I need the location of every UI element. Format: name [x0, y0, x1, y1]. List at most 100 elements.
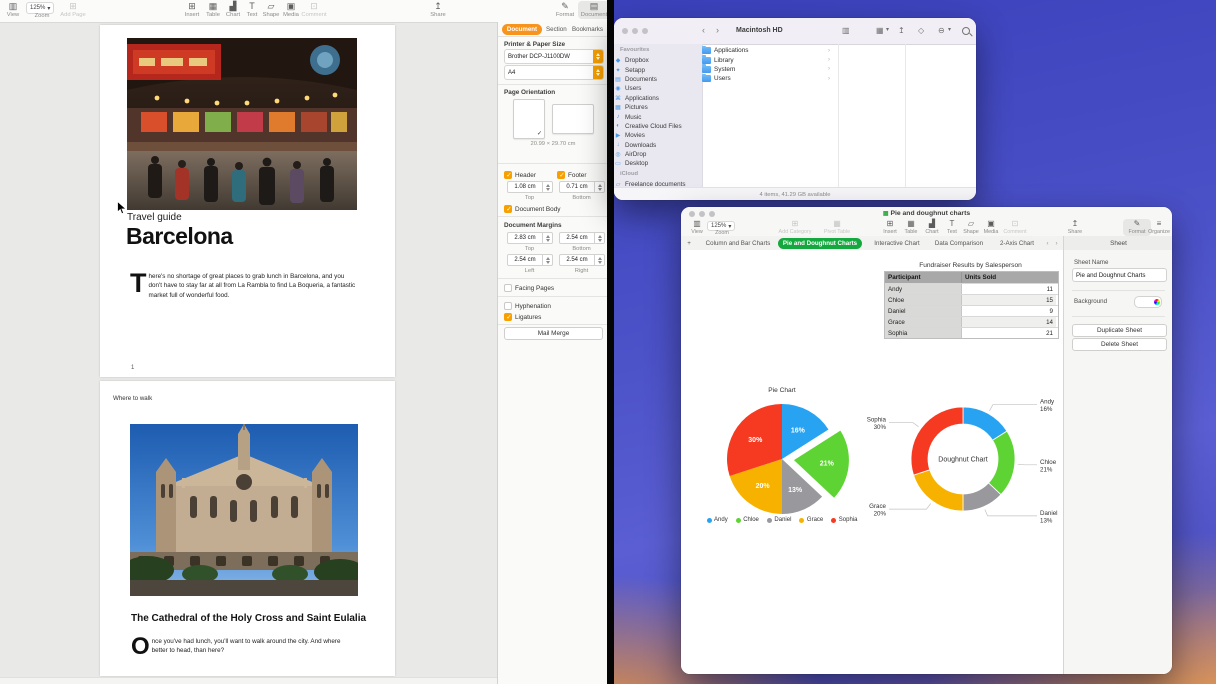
column-view-icon[interactable]: ▥	[842, 26, 850, 35]
paper-size-dropdown[interactable]: A4	[504, 65, 604, 80]
pie-chart[interactable]: 16%21%13%20%30%	[700, 393, 864, 519]
comment-button[interactable]: ⊡ Comment	[1002, 220, 1028, 235]
tag-icon[interactable]: ◇	[918, 26, 924, 35]
doc-paragraph-1[interactable]: There's no shortage of great places to g…	[130, 272, 356, 300]
folder-row[interactable]: Users ›	[702, 74, 830, 83]
finder-column-2[interactable]	[838, 44, 906, 187]
split-view-divider[interactable]	[607, 0, 614, 684]
insert-button[interactable]: ⊞ Insert	[182, 2, 202, 18]
sidebar-item[interactable]: ◉ Users	[614, 84, 702, 93]
doc-paragraph-2[interactable]: Once you've had lunch, you'll want to wa…	[131, 637, 356, 657]
sheet-name-field[interactable]: Pie and Doughnut Charts	[1072, 268, 1167, 282]
media-button[interactable]: ▣ Media	[281, 2, 301, 18]
organize-panel-button[interactable]: ≡ Organize	[1147, 220, 1171, 235]
delete-sheet-button[interactable]: Delete Sheet	[1072, 338, 1167, 351]
margin-top-field[interactable]: 2.83 cm	[507, 232, 553, 244]
close-window-button[interactable]	[622, 28, 628, 34]
margin-bottom-field[interactable]: 2.54 cm	[559, 232, 605, 244]
sheet-tab-2[interactable]: Interactive Chart	[866, 236, 928, 250]
table-button[interactable]: ▦ Table	[902, 220, 920, 235]
group-view-icon[interactable]: ▦	[876, 26, 884, 35]
sidebar-item[interactable]: ◎ AirDrop	[614, 150, 702, 159]
facing-pages-checkbox[interactable]	[504, 284, 512, 292]
sheet-tab-4[interactable]: 2-Axis Chart	[990, 236, 1044, 250]
share-icon[interactable]: ↥	[898, 26, 905, 35]
fundraiser-table[interactable]: Participant Units Sold Andy 11 Chloe	[884, 271, 1059, 339]
table-row[interactable]: Grace 14	[885, 316, 1058, 327]
margin-left-field[interactable]: 2.54 cm	[507, 254, 553, 266]
header-checkbox[interactable]	[504, 171, 512, 179]
doc-kicker[interactable]: Travel guide	[127, 212, 182, 223]
ligatures-checkbox[interactable]	[504, 313, 512, 321]
more-actions-icon[interactable]: ⊖	[938, 26, 945, 35]
duplicate-sheet-button[interactable]: Duplicate Sheet	[1072, 324, 1167, 337]
sidebar-item[interactable]: ◐ Creative Cloud Files	[614, 122, 702, 131]
mail-merge-button[interactable]: Mail Merge	[504, 327, 603, 340]
header-top-field[interactable]: 1.08 cm	[507, 181, 553, 193]
add-page-button[interactable]: ⊞ Add Page	[58, 2, 88, 18]
doc-title[interactable]: Barcelona	[126, 223, 233, 250]
media-button[interactable]: ▣ Media	[982, 220, 1000, 235]
table-row[interactable]: Andy 11	[885, 283, 1058, 294]
doughnut-chart[interactable]: Andy16%Chloe21%Daniel13%Grace20%Sophia30…	[855, 391, 1071, 531]
footer-checkbox[interactable]	[557, 171, 565, 179]
sidebar-item[interactable]: ✦ Setapp	[614, 65, 702, 74]
cathedral-photo[interactable]	[130, 424, 358, 596]
pivot-table-button[interactable]: ▦ Pivot Table	[819, 220, 855, 235]
table-row[interactable]: Chloe 15	[885, 294, 1058, 305]
section-heading[interactable]: Where to walk	[113, 395, 152, 402]
sidebar-item[interactable]: ▤ Documents	[614, 75, 702, 84]
forward-button[interactable]: ›	[716, 26, 719, 35]
tab-document[interactable]: Document	[502, 24, 542, 35]
shape-button[interactable]: ▱ Shape	[261, 2, 281, 18]
sidebar-item[interactable]: ◆ Dropbox	[614, 56, 702, 65]
document-panel-button[interactable]: ▤ Document	[578, 1, 610, 19]
landscape-orientation-option[interactable]	[552, 104, 594, 134]
sheet-tab-3[interactable]: Data Comparison	[928, 236, 990, 250]
finder-window[interactable]: ‹ › Macintosh HD ▥ ▦ ▾ ↥ ◇ ⊖ ▾ Favourite…	[614, 18, 976, 200]
hyphenation-checkbox[interactable]	[504, 302, 512, 310]
table-button[interactable]: ▦ Table	[203, 2, 223, 18]
zoom-window-button[interactable]	[642, 28, 648, 34]
sidebar-item[interactable]: ⌘ Applications	[614, 94, 702, 103]
portrait-orientation-option[interactable]: ✓	[513, 99, 545, 139]
document-body-checkbox[interactable]	[504, 205, 512, 213]
background-color-well[interactable]	[1134, 296, 1162, 308]
folder-row[interactable]: Applications ›	[702, 46, 830, 55]
comment-button[interactable]: ⊡ Comment	[301, 2, 327, 18]
sidebar-item[interactable]: ▦ Pictures	[614, 103, 702, 112]
doc-heading-2[interactable]: The Cathedral of the Holy Cross and Sain…	[131, 613, 366, 624]
finder-column-3[interactable]	[905, 44, 976, 187]
margin-right-field[interactable]: 2.54 cm	[559, 254, 605, 266]
sidebar-item[interactable]: ▶ Movies	[614, 131, 702, 140]
add-sheet-button[interactable]: +	[683, 236, 695, 250]
text-button[interactable]: T Text	[944, 220, 960, 235]
sidebar-item[interactable]: ▭ Desktop	[614, 159, 702, 168]
chart-button[interactable]: ▟ Chart	[923, 220, 941, 235]
sidebar-item[interactable]: ↓ Downloads	[614, 141, 702, 150]
format-button[interactable]: ✎ Format	[554, 2, 576, 18]
search-icon[interactable]	[962, 27, 970, 35]
table-row[interactable]: Sophia 21	[885, 327, 1058, 338]
folder-row[interactable]: Library ›	[702, 55, 830, 64]
tabs-scroll-right[interactable]: ›	[1052, 236, 1061, 250]
share-button[interactable]: ↥ Share	[428, 2, 448, 18]
printer-dropdown[interactable]: Brother DCP-J1100DW	[504, 49, 604, 64]
text-button[interactable]: T Text	[243, 2, 261, 18]
tabs-scroll-left[interactable]: ‹	[1043, 236, 1052, 250]
sheet-tab-1-active[interactable]: Pie and Doughnut Charts	[778, 238, 862, 249]
tab-section[interactable]: Section	[546, 26, 567, 33]
tab-bookmarks[interactable]: Bookmarks	[572, 26, 603, 33]
minimize-window-button[interactable]	[632, 28, 638, 34]
sheet-canvas[interactable]: Fundraiser Results by Salesperson Partic…	[681, 250, 1063, 674]
share-button[interactable]: ↥ Share	[1066, 220, 1084, 235]
market-photo[interactable]	[127, 38, 357, 210]
folder-row[interactable]: System ›	[702, 65, 830, 74]
sidebar-item[interactable]: ♪ Music	[614, 112, 702, 121]
footer-bottom-field[interactable]: 0.71 cm	[559, 181, 605, 193]
table-row[interactable]: Daniel 9	[885, 305, 1058, 316]
insert-button[interactable]: ⊞ Insert	[881, 220, 899, 235]
numbers-window[interactable]: ▦ Pie and doughnut charts ▥ View 125% ▾ …	[681, 207, 1172, 674]
shape-button[interactable]: ▱ Shape	[962, 220, 980, 235]
back-button[interactable]: ‹	[702, 26, 705, 35]
